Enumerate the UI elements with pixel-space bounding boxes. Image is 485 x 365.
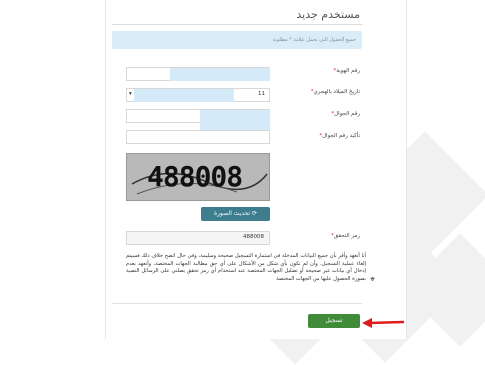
redacted-area [134,89,234,102]
mobile-label: رقم الجوال* [331,111,360,117]
refresh-captcha-button[interactable]: ⟳ تحديث الصورة [201,207,270,221]
mobile-confirm-input[interactable] [126,130,270,144]
redacted-area [170,68,270,81]
info-alert: جميع الحقول التي تحمل علامة * مطلوبة [112,31,362,49]
captcha-code-label: رمز التحقق* [331,233,360,239]
divider [112,303,362,304]
captcha-image: 488008 [126,153,270,201]
refresh-icon: ⟳ [251,210,257,217]
divider [112,24,362,25]
mobile-confirm-label: تأكيد رقم الجوال* [319,133,360,139]
captcha-text: 488008 [147,160,243,193]
captcha-code-value: 488008 [243,234,264,240]
page-title: مستخدم جديد [296,8,360,21]
mouse-cursor-icon: ⌖ [370,275,376,285]
arrow-icon [362,318,405,328]
birth-day-select[interactable]: 11 [258,91,265,97]
terms-notice: أنا أتعهد وأقر بأن جميع البيانات المدخلة… [126,253,366,282]
birth-date-label: تاريخ الميلاد بالهجري* [310,89,360,95]
submit-button[interactable]: تسجيل [308,314,360,328]
id-number-label: رقم الهوية* [333,68,360,74]
chevron-down-icon[interactable]: ▾ [129,91,132,97]
